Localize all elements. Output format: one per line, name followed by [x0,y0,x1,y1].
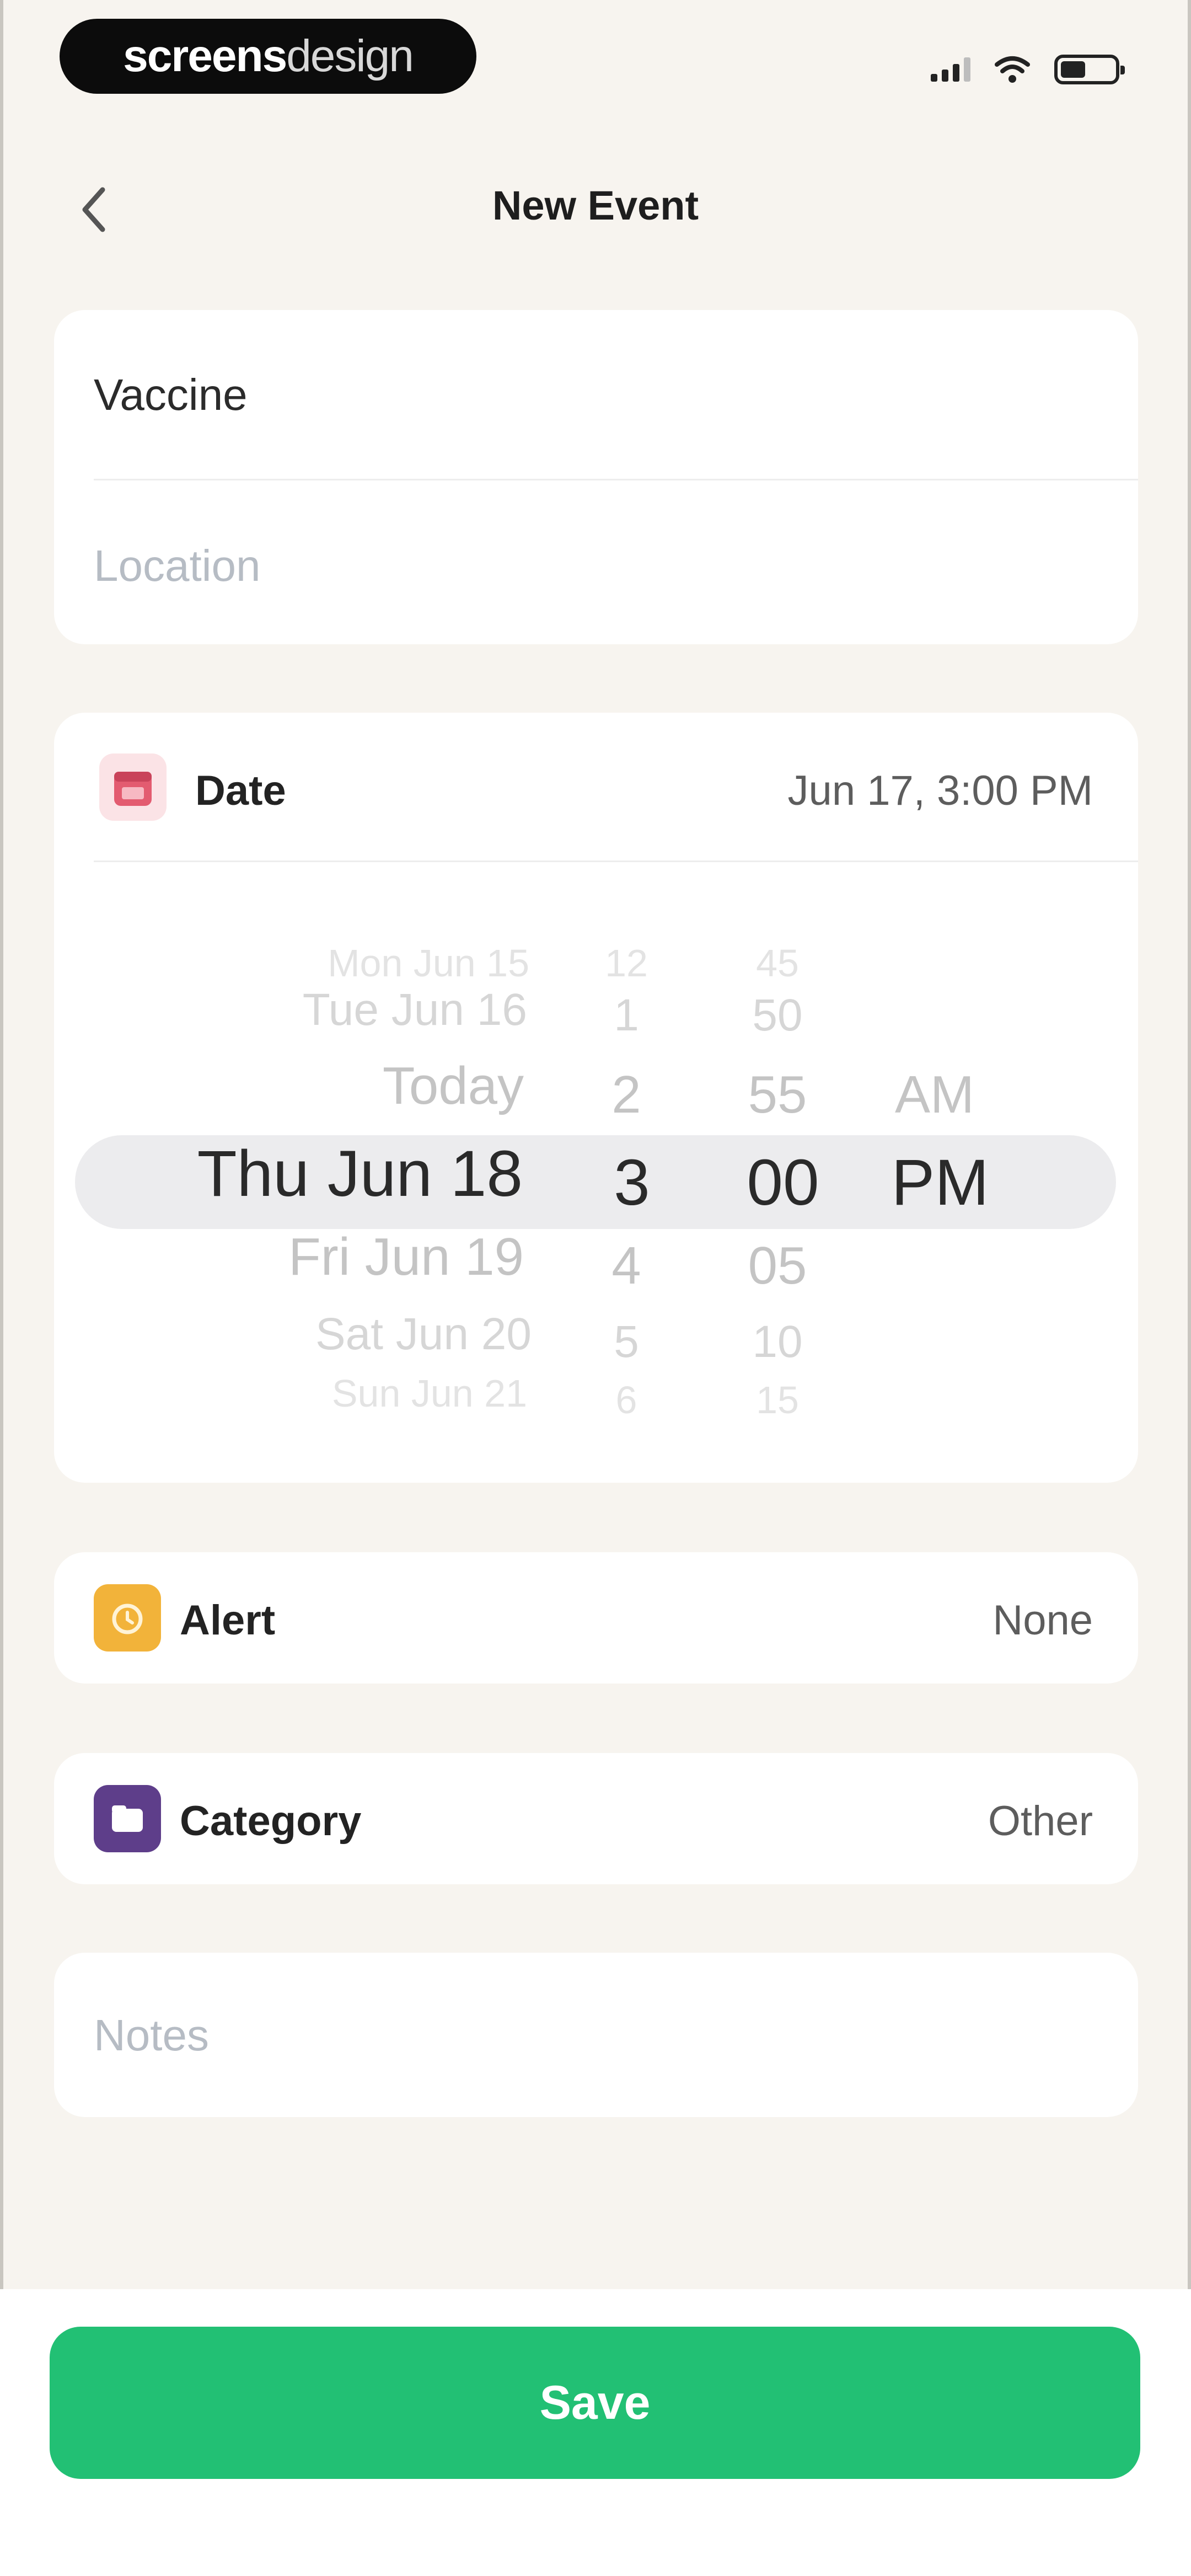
picker-hour-option[interactable]: 1 [599,990,654,1041]
picker-date-option[interactable]: Sun Jun 21 [332,1371,527,1415]
picker-date-option[interactable]: Today [383,1056,524,1116]
category-row-icon-box [94,1785,161,1852]
picker-date-option[interactable]: Fri Jun 19 [288,1227,524,1287]
picker-minute-option[interactable]: 55 [728,1065,827,1125]
picker-minute-option[interactable]: 10 [728,1316,827,1368]
picker-date-option[interactable]: Tue Jun 16 [303,984,527,1036]
divider [94,479,1138,480]
folder-icon [112,1805,143,1832]
brand-logo-light: design [286,31,414,81]
category-row[interactable]: Category Other [54,1753,1138,1884]
status-icons [931,47,1125,92]
picker-minute-option[interactable]: 05 [728,1236,827,1296]
alert-label: Alert [180,1597,276,1644]
picker-minute-option[interactable]: 45 [728,941,827,985]
save-button[interactable]: Save [50,2327,1140,2479]
page-title: New Event [492,183,699,228]
date-value[interactable]: Jun 17, 3:00 PM [788,767,1093,815]
date-label: Date [195,767,286,814]
calendar-icon [114,772,152,806]
title-location-card: Vaccine Location [54,310,1138,644]
picker-hour-selected[interactable]: 3 [599,1145,665,1220]
event-title-input[interactable]: Vaccine [94,370,248,420]
picker-period-option[interactable]: AM [877,1065,993,1125]
alert-row[interactable]: Alert None [54,1552,1138,1684]
new-event-screen: screens design New Event Vaccine Location [0,0,1191,2576]
picker-date-option[interactable]: Sat Jun 20 [315,1308,532,1360]
notes-card: Notes [54,1953,1138,2117]
picker-hour-option[interactable]: 6 [599,1378,654,1422]
cellular-signal-icon [931,57,970,82]
location-input[interactable]: Location [94,541,260,591]
picker-minute-option[interactable]: 50 [728,990,827,1041]
battery-icon [1054,55,1125,84]
picker-minute-option[interactable]: 15 [728,1378,827,1422]
picker-hour-option[interactable]: 5 [599,1316,654,1368]
picker-hour-option[interactable]: 4 [599,1236,654,1296]
picker-minute-selected[interactable]: 00 [728,1145,838,1220]
brand-logo: screens design [60,19,476,94]
picker-hour-option[interactable]: 12 [599,941,654,985]
alarm-clock-icon [112,1604,143,1634]
picker-date-option[interactable]: Mon Jun 15 [328,941,529,985]
divider [94,861,1138,862]
category-value: Other [988,1798,1093,1845]
date-row-icon-box [99,753,167,821]
picker-period-selected[interactable]: PM [877,1145,1004,1220]
picker-date-selected[interactable]: Thu Jun 18 [197,1136,523,1211]
alert-value: None [993,1597,1093,1644]
category-label: Category [180,1798,362,1845]
alert-row-icon-box [94,1584,161,1652]
picker-hour-option[interactable]: 2 [599,1065,654,1125]
notes-input[interactable]: Notes [94,2010,209,2061]
wifi-icon [995,56,1030,83]
brand-logo-bold: screens [123,31,287,81]
